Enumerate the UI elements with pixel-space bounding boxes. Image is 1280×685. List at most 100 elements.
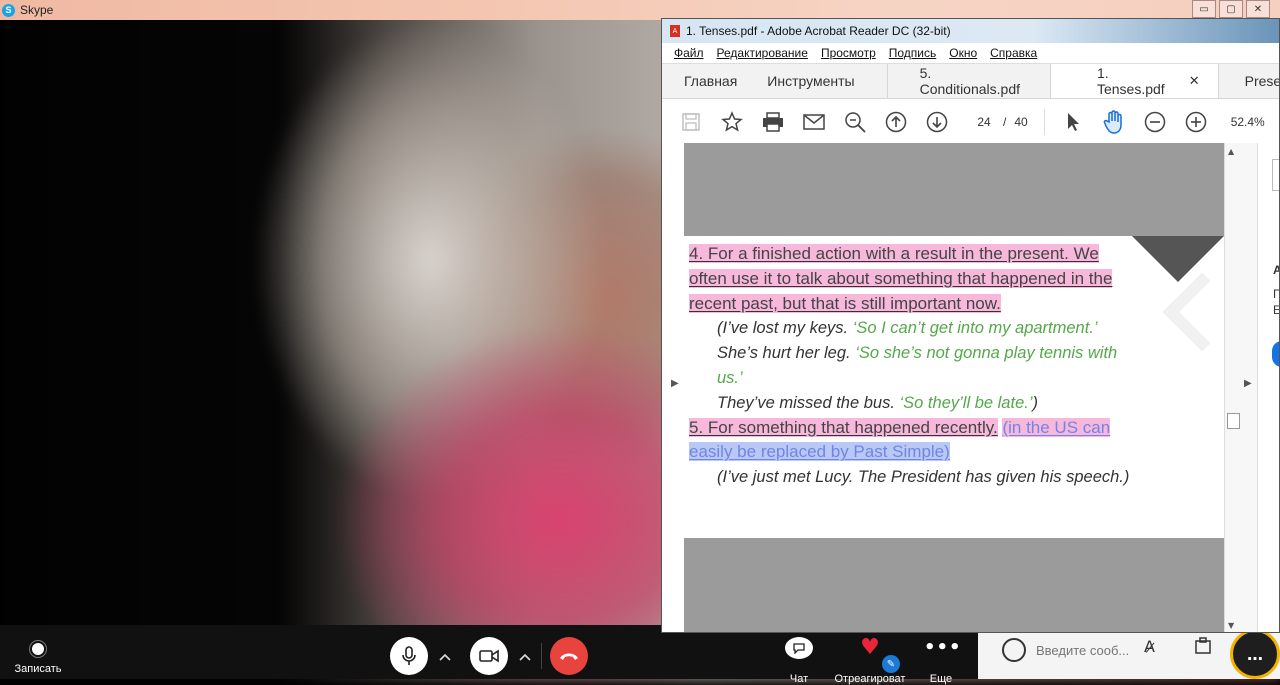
react-button[interactable]: ♥ ✎ Отреагироват <box>834 637 906 685</box>
menu-edit[interactable]: Редактирование <box>717 46 808 60</box>
menu-file[interactable]: Файл <box>674 46 704 60</box>
item5-note-part-a: (in the US can <box>1002 417 1111 437</box>
printer-icon <box>762 112 783 132</box>
expand-left-panel-icon[interactable]: ▶ <box>671 378 679 389</box>
example-line-2: She’s hurt her leg. ‘So she’s not gonna … <box>689 341 1139 391</box>
tab-presentation-pdf[interactable]: Prese <box>1217 64 1279 98</box>
menu-window[interactable]: Окно <box>949 46 977 60</box>
expand-right-panel-icon[interactable]: ▶ <box>1244 378 1252 389</box>
right-panel-action-button[interactable] <box>1272 341 1279 367</box>
find-button[interactable] <box>834 99 875 145</box>
plus-circle-icon <box>1185 111 1207 133</box>
example-line-4: (I’ve just met Lucy. The President has g… <box>717 468 1130 487</box>
zoom-level[interactable]: 52.4% <box>1231 115 1265 129</box>
maximize-button[interactable]: ▢ <box>1219 0 1243 18</box>
chat-icon <box>785 637 813 659</box>
email-button[interactable] <box>793 99 834 145</box>
hand-icon <box>1103 110 1122 134</box>
example-line-1: (I’ve lost my keys. ‘So I can’t get into… <box>689 316 1139 341</box>
save-button[interactable] <box>670 99 711 145</box>
right-panel-letter-a: A <box>1273 263 1279 277</box>
acrobat-menubar: Файл Редактирование Просмотр Подпись Окн… <box>662 43 1279 64</box>
right-panel-content: A П E <box>1257 143 1279 632</box>
page-total: 40 <box>1014 115 1028 129</box>
search-zoom-icon <box>844 112 866 133</box>
document-view[interactable]: 4. For a finished action with a result i… <box>684 143 1224 632</box>
spellcheck-icon[interactable]: A̷ <box>1144 637 1155 656</box>
acrobat-titlebar: A 1. Tenses.pdf - Adobe Acrobat Reader D… <box>662 19 1279 43</box>
chat-label: Чат <box>789 673 809 685</box>
save-icon <box>681 113 700 131</box>
chat-bubble-icon[interactable]: … <box>1230 629 1280 679</box>
mic-icon <box>402 646 416 665</box>
zoom-in-button[interactable] <box>1176 99 1217 145</box>
skype-window-title: Skype <box>20 3 54 17</box>
tab-tenses-label: 1. Tenses.pdf <box>1096 65 1165 97</box>
tab-close-icon[interactable]: ✕ <box>1189 73 1200 89</box>
next-page-button[interactable] <box>916 99 957 145</box>
minimize-button[interactable]: ▭ <box>1192 0 1216 18</box>
chat-button[interactable]: Чат <box>782 637 816 685</box>
menu-sign[interactable]: Подпись <box>889 46 937 60</box>
pen-icon: ✎ <box>882 655 900 673</box>
mic-options-chevron-icon[interactable] <box>434 647 456 667</box>
more-button[interactable]: ••• Еще <box>924 637 962 685</box>
cursor-arrow-icon <box>1068 113 1080 131</box>
page-separator: / <box>1003 115 1007 129</box>
menu-view[interactable]: Просмотр <box>821 46 876 60</box>
tab-conditionals-pdf[interactable]: 5. Conditionals.pdf <box>886 64 1050 98</box>
bookmark-button[interactable] <box>711 99 752 145</box>
arrow-down-circle-icon <box>926 111 947 133</box>
example-1-response: ‘So I can’t get into my apartment.’ <box>852 319 1098 338</box>
right-tools-panel: ▶ A П E <box>1240 143 1279 632</box>
right-panel-letter-p: П <box>1273 287 1279 301</box>
record-button[interactable]: Записать <box>8 633 68 679</box>
hand-tool-button[interactable] <box>1094 99 1135 145</box>
example-3-close: ) <box>1032 393 1039 412</box>
pdf-page: 4. For a finished action with a result i… <box>684 236 1224 538</box>
example-3-text: They’ve missed the bus. <box>717 393 900 412</box>
example-1-text: (I’ve lost my keys. <box>717 319 853 338</box>
message-input[interactable] <box>1034 639 1138 661</box>
example-2-text: She’s hurt her leg. <box>717 344 856 363</box>
camera-button[interactable] <box>470 637 508 675</box>
acrobat-window-title: 1. Tenses.pdf - Adobe Acrobat Reader DC … <box>686 24 951 38</box>
hang-up-button[interactable] <box>550 637 588 675</box>
right-panel-letter-e: E <box>1273 303 1279 317</box>
menu-help[interactable]: Справка <box>990 46 1037 60</box>
camera-options-chevron-icon[interactable] <box>514 647 536 667</box>
skype-window-controls: ▭ ▢ ✕ <box>1192 0 1270 18</box>
close-button[interactable]: ✕ <box>1246 0 1270 18</box>
mic-button[interactable] <box>390 637 428 675</box>
tab-tenses-pdf[interactable]: 1. Tenses.pdf ✕ <box>1049 64 1218 98</box>
record-icon <box>32 643 44 655</box>
hang-up-icon <box>560 653 578 660</box>
tab-home[interactable]: Главная <box>662 64 749 98</box>
message-compose-area: A̷ … <box>978 625 1280 679</box>
page-corner-decoration <box>1132 236 1224 282</box>
acrobat-toolbar: 24 / 40 52.4% <box>662 99 1279 146</box>
right-panel-input[interactable] <box>1272 159 1279 191</box>
item5-note-part-b: easily be replaced by Past Simple) <box>689 442 950 462</box>
item5-heading: 5. For something that happened recently. <box>689 417 998 437</box>
zoom-out-button[interactable] <box>1135 99 1176 145</box>
emoji-icon[interactable] <box>1002 638 1026 662</box>
scroll-down-icon[interactable]: ▼ <box>1228 621 1234 630</box>
scroll-thumb[interactable] <box>1227 413 1240 429</box>
scroll-up-icon[interactable]: ▲ <box>1228 147 1234 156</box>
acrobat-tabs: Главная Инструменты 5. Conditionals.pdf … <box>662 64 1279 99</box>
more-icon: ••• <box>924 637 962 658</box>
record-label: Записать <box>14 663 62 675</box>
envelope-icon <box>802 114 825 130</box>
previous-page-button[interactable] <box>875 99 916 145</box>
attach-icon[interactable] <box>1194 637 1214 659</box>
page-chevron-decoration <box>1162 272 1224 352</box>
select-tool-button[interactable] <box>1053 99 1094 145</box>
arrow-up-circle-icon <box>885 111 906 133</box>
minus-circle-icon <box>1144 111 1166 133</box>
tab-tools[interactable]: Инструменты <box>749 64 886 98</box>
page-number-input[interactable]: 24 <box>969 111 999 133</box>
example-line-3: They’ve missed the bus. ‘So they’ll be l… <box>689 391 1139 416</box>
vertical-scrollbar[interactable]: ▲ ▼ <box>1224 143 1241 632</box>
print-button[interactable] <box>752 99 793 145</box>
